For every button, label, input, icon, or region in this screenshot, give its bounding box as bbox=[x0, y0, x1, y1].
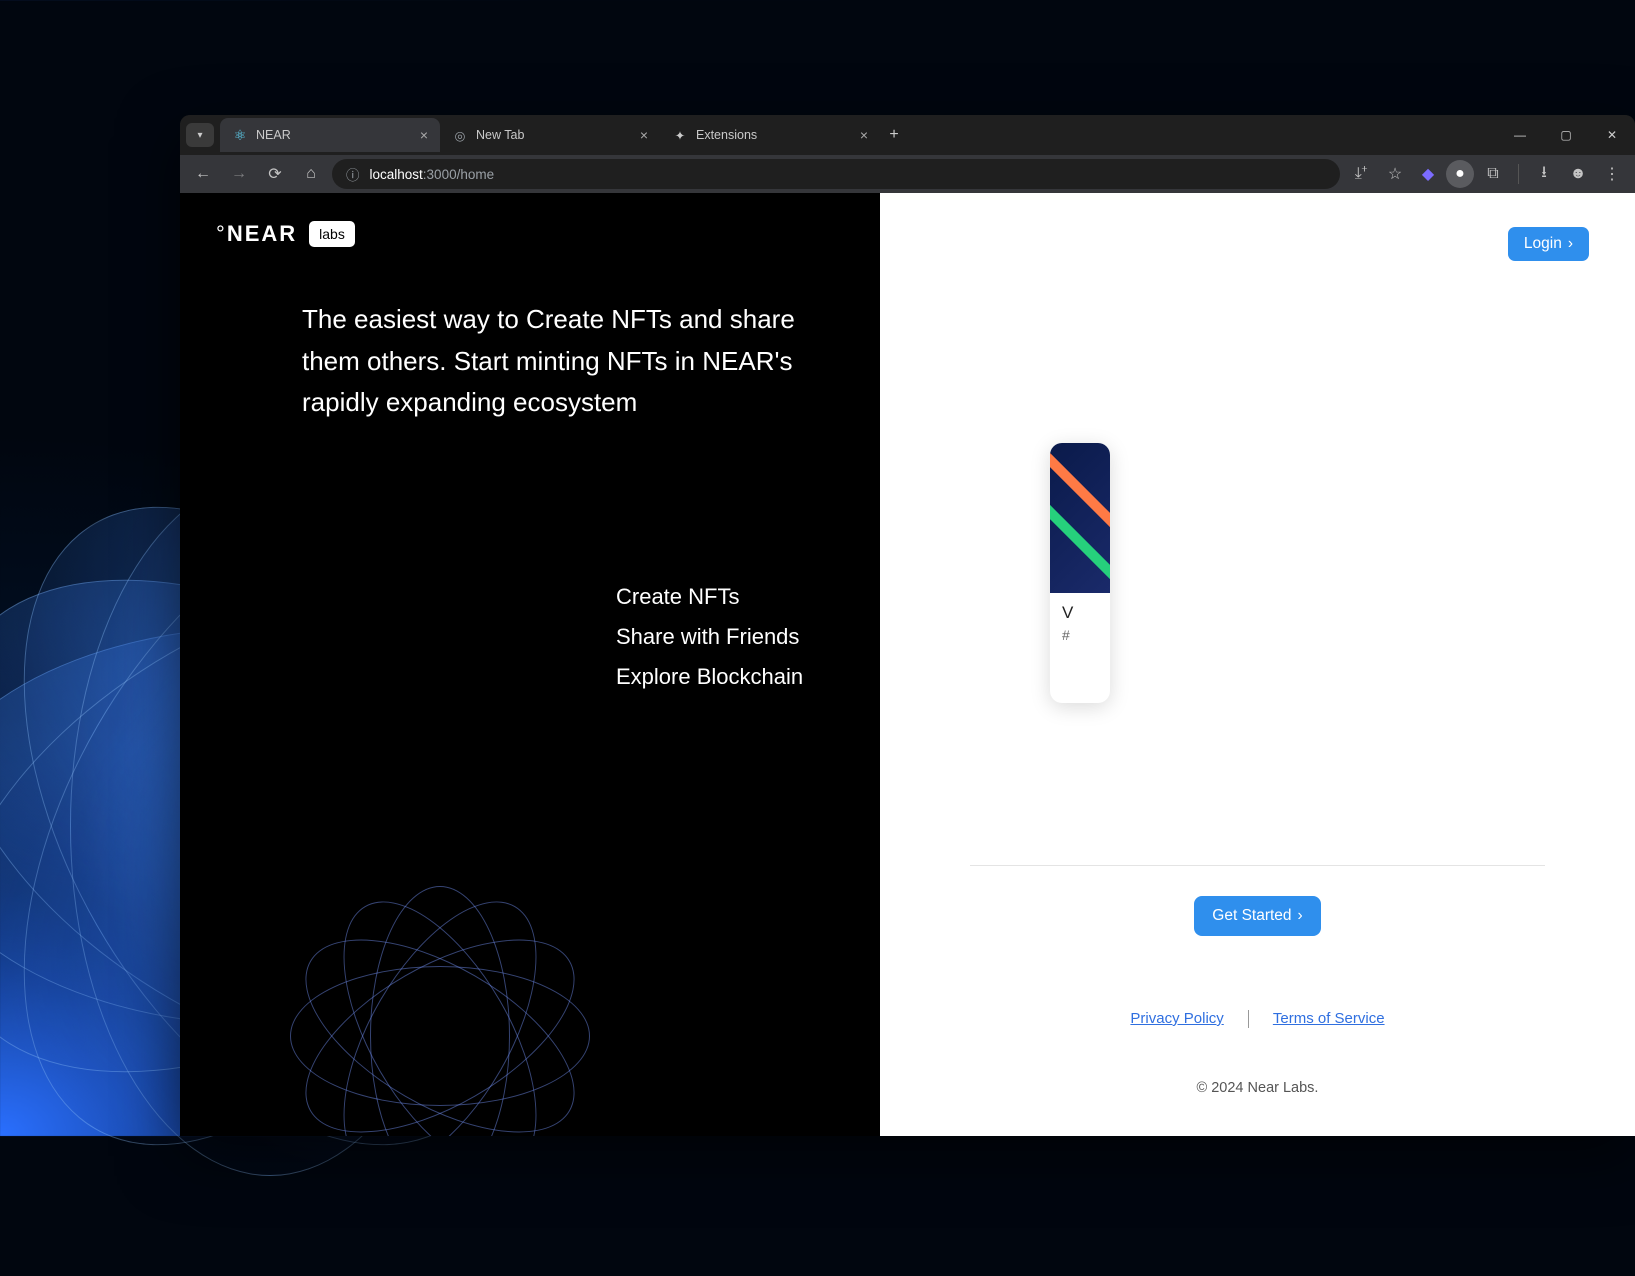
chevron-right-icon: › bbox=[1568, 235, 1573, 253]
chevron-right-icon: › bbox=[1298, 907, 1303, 925]
footer-links: Privacy Policy Terms of Service bbox=[880, 1010, 1635, 1028]
home-button[interactable]: ⌂ bbox=[296, 159, 326, 189]
near-logo: °NEAR labs bbox=[216, 221, 844, 247]
puzzle-icon: ✦ bbox=[672, 127, 688, 143]
browser-window: ▾ ⚛ NEAR × ◎ New Tab × ✦ Extensions × + … bbox=[180, 115, 1635, 1136]
separator bbox=[1248, 1010, 1249, 1028]
bookmark-icon[interactable]: ☆ bbox=[1380, 159, 1410, 189]
feature-list: Create NFTs Share with Friends Explore B… bbox=[216, 584, 844, 690]
extensions-puzzle-icon[interactable]: ⧉ bbox=[1478, 159, 1508, 189]
copyright: © 2024 Near Labs. bbox=[880, 1080, 1635, 1096]
close-icon[interactable]: × bbox=[860, 127, 868, 143]
hero-headline: The easiest way to Create NFTs and share… bbox=[302, 299, 822, 424]
new-tab-button[interactable]: + bbox=[880, 121, 908, 149]
tab-newtab[interactable]: ◎ New Tab × bbox=[440, 118, 660, 152]
login-button[interactable]: Login › bbox=[1508, 227, 1589, 261]
separator bbox=[1518, 164, 1519, 184]
extension-homepage-icon[interactable]: ● bbox=[1446, 160, 1474, 188]
page-cta-area: Get Started › bbox=[880, 865, 1635, 936]
feature-item: Share with Friends bbox=[616, 624, 799, 650]
nft-art bbox=[1050, 443, 1110, 593]
tab-strip: ▾ ⚛ NEAR × ◎ New Tab × ✦ Extensions × + … bbox=[180, 115, 1635, 155]
nft-card-peek: V # bbox=[1050, 443, 1110, 703]
maximize-button[interactable]: ▢ bbox=[1543, 115, 1589, 155]
chrome-icon: ◎ bbox=[452, 127, 468, 143]
install-app-icon[interactable]: ⤓⁺ bbox=[1346, 159, 1376, 189]
profile-chevron-button[interactable]: ▾ bbox=[186, 123, 214, 147]
downloads-icon[interactable]: ⭳ bbox=[1529, 159, 1559, 189]
nft-title: V bbox=[1062, 603, 1098, 623]
window-controls: ― ▢ ✕ bbox=[1497, 115, 1635, 155]
forward-button[interactable]: → bbox=[224, 159, 254, 189]
hero-left-pane: °NEAR labs The easiest way to Create NFT… bbox=[180, 193, 880, 1136]
decorative-flower bbox=[180, 756, 720, 1136]
tab-title: Extensions bbox=[696, 128, 852, 142]
reload-button[interactable]: ⟳ bbox=[260, 159, 290, 189]
menu-kebab-icon[interactable]: ⋮ bbox=[1597, 159, 1627, 189]
extension-drop-icon[interactable]: ◆ bbox=[1414, 160, 1442, 188]
url-path: :3000/home bbox=[423, 167, 494, 182]
privacy-link[interactable]: Privacy Policy bbox=[1130, 1010, 1223, 1027]
close-icon[interactable]: × bbox=[420, 127, 428, 143]
logo-word: NEAR bbox=[227, 221, 297, 246]
react-icon: ⚛ bbox=[232, 127, 248, 143]
site-info-icon[interactable]: ⓘ bbox=[346, 164, 360, 184]
login-label: Login bbox=[1524, 235, 1562, 253]
url-host: localhost bbox=[370, 167, 423, 182]
hero-right-pane: Login › V # Get Started › Privacy Policy bbox=[880, 193, 1635, 1136]
tab-title: New Tab bbox=[476, 128, 632, 142]
address-bar[interactable]: ⓘ localhost:3000/home bbox=[332, 159, 1340, 189]
page-viewport: °NEAR labs The easiest way to Create NFT… bbox=[180, 193, 1635, 1136]
get-started-label: Get Started bbox=[1212, 907, 1291, 925]
nft-subtitle: # bbox=[1062, 627, 1098, 643]
feature-item: Create NFTs bbox=[616, 584, 739, 610]
terms-link[interactable]: Terms of Service bbox=[1273, 1010, 1385, 1027]
feature-item: Explore Blockchain bbox=[616, 664, 803, 690]
tab-title: NEAR bbox=[256, 128, 412, 142]
browser-toolbar: ← → ⟳ ⌂ ⓘ localhost:3000/home ⤓⁺ ☆ ◆ ● ⧉… bbox=[180, 155, 1635, 193]
divider bbox=[970, 865, 1545, 866]
minimize-button[interactable]: ― bbox=[1497, 115, 1543, 155]
tab-extensions[interactable]: ✦ Extensions × bbox=[660, 118, 880, 152]
back-button[interactable]: ← bbox=[188, 159, 218, 189]
get-started-button[interactable]: Get Started › bbox=[1194, 896, 1320, 936]
labs-badge: labs bbox=[309, 221, 355, 247]
toolbar-right: ⤓⁺ ☆ ◆ ● ⧉ ⭳ ☻ ⋮ bbox=[1346, 159, 1627, 189]
close-icon[interactable]: × bbox=[640, 127, 648, 143]
account-avatar-icon[interactable]: ☻ bbox=[1563, 159, 1593, 189]
tab-near[interactable]: ⚛ NEAR × bbox=[220, 118, 440, 152]
close-window-button[interactable]: ✕ bbox=[1589, 115, 1635, 155]
